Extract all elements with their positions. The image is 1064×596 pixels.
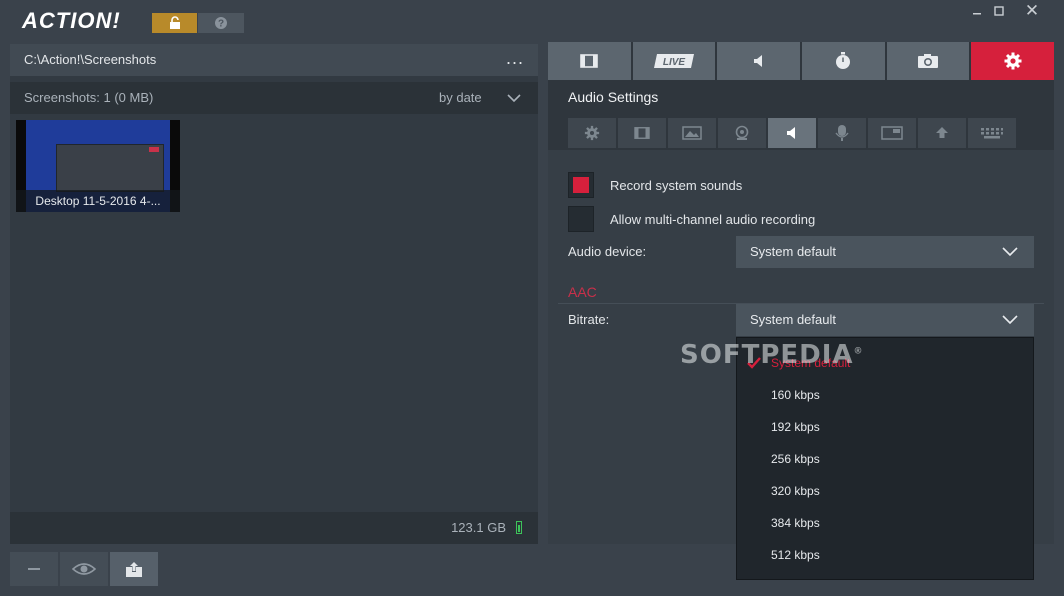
record-system-sounds-checkbox[interactable] bbox=[568, 172, 594, 198]
upload-icon bbox=[936, 127, 948, 138]
subtab-general[interactable] bbox=[568, 118, 616, 148]
multichannel-row: Allow multi-channel audio recording bbox=[568, 206, 815, 232]
thumbnail-window bbox=[56, 144, 164, 192]
live-icon: LIVE bbox=[654, 54, 694, 68]
live-label: LIVE bbox=[663, 57, 686, 68]
lock-icon bbox=[169, 16, 180, 29]
film-icon bbox=[634, 127, 650, 139]
export-icon bbox=[126, 561, 142, 577]
record-system-sounds-label: Record system sounds bbox=[610, 177, 743, 193]
softpedia-watermark: SOFTPEDIA® bbox=[680, 340, 864, 370]
stopwatch-icon bbox=[836, 52, 851, 69]
camera-icon bbox=[918, 54, 939, 68]
bitrate-option[interactable]: 256 kbps bbox=[771, 452, 820, 466]
title-bar: ACTION! ? ✕ bbox=[0, 0, 1064, 40]
speaker-icon bbox=[787, 127, 795, 139]
minus-icon bbox=[28, 568, 40, 570]
lock-button[interactable] bbox=[152, 13, 197, 33]
subtab-webcam[interactable] bbox=[718, 118, 766, 148]
svg-text:?: ? bbox=[218, 19, 224, 30]
disk-free-space: 123.1 GB bbox=[451, 520, 506, 535]
bitrate-option[interactable]: 192 kbps bbox=[771, 420, 820, 434]
bitrate-option[interactable]: 320 kbps bbox=[771, 484, 820, 498]
subtab-audio[interactable] bbox=[768, 118, 816, 148]
aac-section-title: AAC bbox=[568, 284, 597, 300]
multichannel-label: Allow multi-channel audio recording bbox=[610, 211, 816, 227]
bitrate-dropdown-list: System default 160 kbps 192 kbps 256 kbp… bbox=[736, 337, 1034, 580]
tab-audio[interactable] bbox=[717, 42, 801, 80]
webcam-icon bbox=[735, 125, 749, 140]
section-title: Audio Settings bbox=[568, 89, 659, 105]
subtab-microphone[interactable] bbox=[818, 118, 866, 148]
tab-video[interactable] bbox=[548, 42, 631, 80]
export-button[interactable] bbox=[110, 552, 158, 586]
bitrate-option[interactable]: 160 kbps bbox=[771, 388, 820, 402]
subtab-image[interactable] bbox=[668, 118, 716, 148]
window-icon bbox=[881, 126, 903, 140]
subtab-video[interactable] bbox=[618, 118, 666, 148]
subtab-upload[interactable] bbox=[918, 118, 966, 148]
record-system-sounds-row: Record system sounds bbox=[568, 172, 742, 198]
folder-path-bar: C:\Action!\Screenshots ... bbox=[10, 44, 538, 76]
image-icon bbox=[682, 126, 702, 140]
screenshot-count: Screenshots: 1 (0 MB) bbox=[24, 90, 154, 105]
microphone-icon bbox=[835, 125, 849, 141]
help-icon: ? bbox=[215, 17, 227, 30]
sort-dropdown[interactable]: by date bbox=[439, 90, 482, 105]
tab-settings[interactable] bbox=[971, 42, 1055, 80]
delete-button[interactable] bbox=[10, 552, 58, 586]
speaker-icon bbox=[753, 55, 762, 67]
bitrate-option[interactable]: 512 kbps bbox=[771, 548, 820, 562]
screenshots-panel: C:\Action!\Screenshots ... Screenshots: … bbox=[10, 44, 538, 544]
audio-device-value: System default bbox=[750, 244, 836, 259]
bottom-toolbar bbox=[10, 552, 158, 586]
browse-folder-button[interactable]: ... bbox=[506, 48, 524, 69]
audio-device-select[interactable]: System default bbox=[736, 236, 1034, 268]
list-header: Screenshots: 1 (0 MB) by date bbox=[10, 82, 538, 114]
storage-level-icon bbox=[516, 521, 522, 534]
audio-device-label: Audio device: bbox=[568, 244, 647, 259]
window-close-icon[interactable]: ✕ bbox=[1022, 2, 1042, 20]
subtab-overlay[interactable] bbox=[868, 118, 916, 148]
preview-button[interactable] bbox=[60, 552, 108, 586]
gear-icon bbox=[1004, 52, 1022, 70]
main-tabs: LIVE bbox=[548, 42, 1055, 80]
tab-live[interactable]: LIVE bbox=[632, 42, 716, 80]
checkbox-checked-mark bbox=[573, 177, 589, 193]
tab-screenshot[interactable] bbox=[886, 42, 970, 80]
eye-icon bbox=[72, 563, 96, 575]
keyboard-icon bbox=[981, 128, 1003, 139]
multichannel-checkbox[interactable] bbox=[568, 206, 594, 232]
tab-benchmark[interactable] bbox=[802, 42, 885, 80]
film-icon bbox=[580, 54, 599, 68]
subtab-hotkeys[interactable] bbox=[968, 118, 1016, 148]
bitrate-option[interactable]: 384 kbps bbox=[771, 516, 820, 530]
chevron-down-icon bbox=[1002, 315, 1018, 325]
chevron-down-icon bbox=[1002, 247, 1018, 257]
bitrate-select[interactable]: System default bbox=[736, 304, 1034, 336]
chevron-down-icon[interactable] bbox=[506, 92, 522, 104]
settings-subtabs bbox=[568, 118, 1016, 148]
window-minimize-icon[interactable] bbox=[970, 4, 984, 18]
window-maximize-icon[interactable] bbox=[992, 4, 1006, 18]
app-logo: ACTION! bbox=[22, 8, 121, 33]
storage-status-bar: 123.1 GB bbox=[10, 512, 538, 544]
thumbnail-caption: Desktop 11-5-2016 4-... bbox=[16, 190, 180, 212]
help-button[interactable]: ? bbox=[198, 13, 244, 33]
folder-path: C:\Action!\Screenshots bbox=[24, 52, 157, 67]
screenshot-thumbnail[interactable]: Desktop 11-5-2016 4-... bbox=[16, 120, 180, 212]
thumbnail-accent bbox=[149, 147, 159, 152]
bitrate-value: System default bbox=[750, 312, 836, 327]
bitrate-label: Bitrate: bbox=[568, 312, 610, 327]
gear-icon bbox=[584, 125, 600, 141]
